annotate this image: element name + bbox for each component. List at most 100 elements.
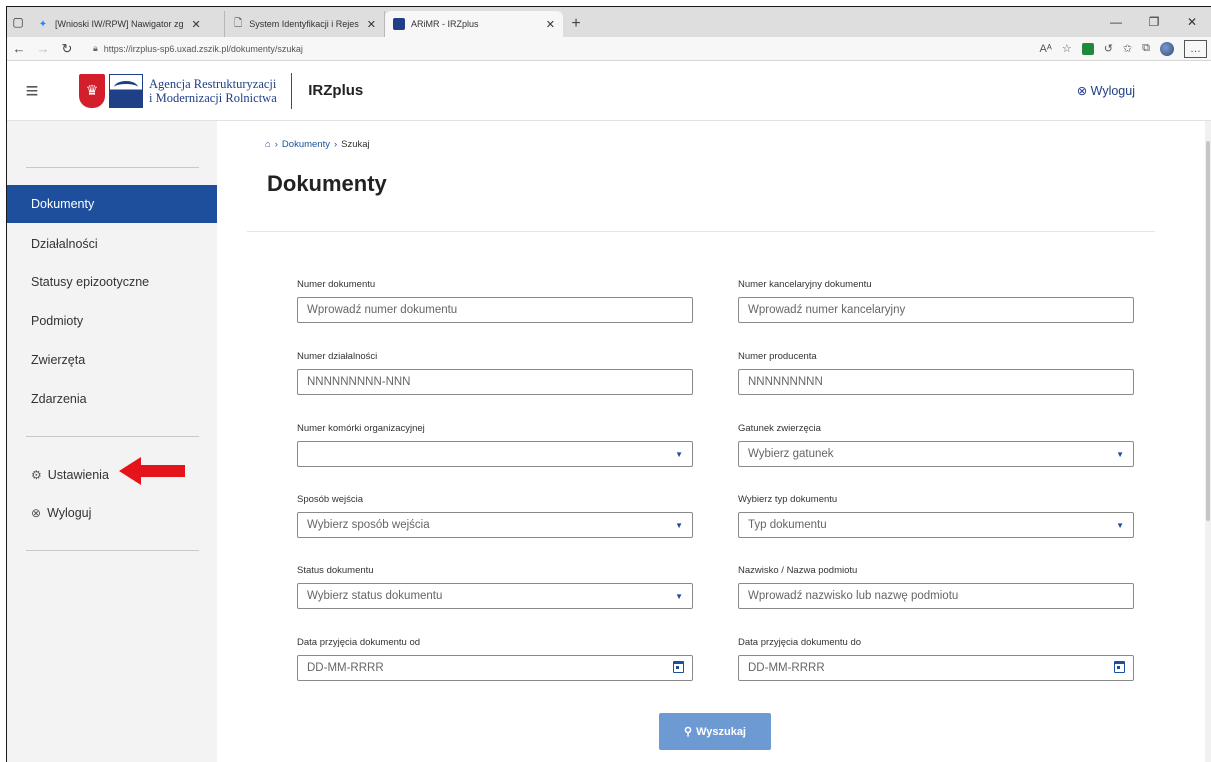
- sidebar-divider: [26, 167, 199, 168]
- date-to-field: Data przyjęcia dokumentu do DD-MM-RRRR: [738, 637, 1134, 681]
- tab-bar: ▢ ✦ [Wnioski IW/RPW] Nawigator zg ✕ 🗋 Sy…: [7, 7, 1211, 37]
- close-tab-icon[interactable]: ✕: [546, 18, 555, 31]
- user-circle-icon: ⊗: [1076, 84, 1091, 98]
- url-field[interactable]: 🔒︎ https://irzplus-sp6.uxad.zszik.pl/dok…: [93, 43, 973, 54]
- org-unit-select[interactable]: ▼: [297, 441, 693, 467]
- close-window-icon[interactable]: ✕: [1173, 7, 1211, 37]
- arimr-favicon: [393, 18, 405, 30]
- chancery-number-label: Numer kancelaryjny dokumentu: [738, 279, 872, 290]
- read-aloud-icon[interactable]: A͏ᴬ: [1040, 43, 1052, 55]
- browser-tab-jira[interactable]: ✦ [Wnioski IW/RPW] Nawigator zg ✕: [29, 11, 225, 37]
- refresh-extension-icon[interactable]: ↺: [1104, 42, 1113, 55]
- arimr-logo-icon: [109, 73, 143, 108]
- close-tab-icon[interactable]: ✕: [367, 18, 376, 31]
- browser-window: ▢ ✦ [Wnioski IW/RPW] Nawigator zg ✕ 🗋 Sy…: [6, 6, 1211, 762]
- favorites-icon[interactable]: ✩: [1123, 42, 1132, 55]
- doc-status-field: Status dokumentu Wybierz status dokument…: [297, 565, 693, 609]
- producer-number-field: Numer producenta NNNNNNNNN: [738, 351, 1134, 395]
- caret-down-icon: ▼: [675, 521, 683, 530]
- tab-actions-icon[interactable]: ▢: [7, 7, 29, 37]
- entry-method-field: Sposób wejścia Wybierz sposób wejścia ▼: [297, 494, 693, 538]
- entry-method-select[interactable]: Wybierz sposób wejścia ▼: [297, 512, 693, 538]
- back-icon[interactable]: ←: [7, 41, 31, 56]
- caret-down-icon: ▼: [675, 592, 683, 601]
- app-name: IRZplus: [308, 82, 364, 99]
- reload-icon[interactable]: ↻: [55, 41, 79, 57]
- sidebar-item-zdarzenia[interactable]: Zdarzenia: [7, 380, 217, 418]
- breadcrumb: ⌂ › Dokumenty › Szukaj: [265, 139, 370, 150]
- sidebar-item-ustawienia[interactable]: ⚙ Ustawienia: [7, 456, 217, 494]
- new-tab-icon[interactable]: +: [563, 11, 589, 37]
- doc-number-label: Numer dokumentu: [297, 279, 376, 290]
- chevron-right-icon: ›: [333, 139, 338, 150]
- calendar-icon[interactable]: [673, 661, 684, 673]
- sidebar: Dokumenty Działalności Statusy epizootyc…: [7, 121, 217, 762]
- user-circle-icon: ⊗: [31, 506, 42, 520]
- collections-icon[interactable]: ⧉: [1142, 42, 1150, 55]
- chevron-right-icon: ›: [274, 139, 278, 150]
- organization-name: Agencja Restrukturyzacji i Modernizacji …: [149, 76, 277, 105]
- search-icon: ⚲: [684, 726, 693, 738]
- doc-number-field: Numer dokumentu Wprowadź numer dokumentu: [297, 279, 693, 323]
- species-select[interactable]: Wybierz gatunek ▼: [738, 441, 1134, 467]
- gear-icon: ⚙: [31, 468, 42, 482]
- more-menu-icon[interactable]: …: [1184, 39, 1207, 58]
- date-from-label: Data przyjęcia dokumentu od: [297, 637, 421, 648]
- entity-name-field: Nazwisko / Nazwa podmiotu Wprowadź nazwi…: [738, 565, 1134, 609]
- section-divider: [247, 231, 1155, 232]
- date-from-input[interactable]: DD-MM-RRRR: [297, 655, 693, 681]
- chancery-number-field: Numer kancelaryjny dokumentu Wprowadź nu…: [738, 279, 1134, 323]
- sidebar-item-podmioty[interactable]: Podmioty: [7, 302, 217, 340]
- doc-number-input[interactable]: Wprowadź numer dokumentu: [297, 297, 693, 323]
- lock-icon: 🔒︎: [93, 43, 98, 53]
- calendar-icon[interactable]: [1114, 661, 1125, 673]
- browser-tab-irzplus[interactable]: ARiMR - IRZplus ✕: [385, 11, 563, 37]
- header-logout-link[interactable]: ⊗ Wyloguj: [1077, 83, 1135, 98]
- activity-number-input[interactable]: NNNNNNNNN-NNN: [297, 369, 693, 395]
- doc-status-select[interactable]: Wybierz status dokumentu ▼: [297, 583, 693, 609]
- sidebar-item-dzialalnosci[interactable]: Działalności: [7, 225, 217, 263]
- caret-down-icon: ▼: [1116, 521, 1124, 530]
- species-field: Gatunek zwierzęcia Wybierz gatunek ▼: [738, 423, 1134, 467]
- org-unit-label: Numer komórki organizacyjnej: [297, 423, 425, 434]
- doc-status-label: Status dokumentu: [297, 565, 374, 576]
- profile-avatar-icon[interactable]: [1160, 41, 1174, 56]
- breadcrumb-link-dokumenty[interactable]: Dokumenty: [282, 139, 330, 150]
- close-tab-icon[interactable]: ✕: [192, 18, 201, 31]
- restore-icon[interactable]: ❐: [1135, 7, 1173, 37]
- entity-name-input[interactable]: Wprowadź nazwisko lub nazwę podmiotu: [738, 583, 1134, 609]
- red-arrow-annotation-icon: [119, 457, 185, 485]
- main-content: ⌂ › Dokumenty › Szukaj Dokumenty Numer d…: [217, 121, 1211, 762]
- favorite-add-icon[interactable]: ☆: [1062, 42, 1072, 55]
- scrollbar-thumb[interactable]: [1206, 141, 1210, 521]
- org-unit-field: Numer komórki organizacyjnej ▼: [297, 423, 693, 467]
- chancery-number-input[interactable]: Wprowadź numer kancelaryjny: [738, 297, 1134, 323]
- date-to-label: Data przyjęcia dokumentu do: [738, 637, 862, 648]
- activity-number-label: Numer działalności: [297, 351, 378, 362]
- browser-tab-sir[interactable]: 🗋 System Identyfikacji i Rejestracji ✕: [225, 11, 385, 37]
- home-icon[interactable]: ⌂: [265, 139, 271, 150]
- jira-icon: ✦: [38, 18, 48, 30]
- sidebar-item-wyloguj[interactable]: ⊗ Wyloguj: [7, 494, 217, 532]
- producer-number-input[interactable]: NNNNNNNNN: [738, 369, 1134, 395]
- hamburger-menu-icon[interactable]: ≡: [7, 78, 57, 104]
- sidebar-item-zwierzeta[interactable]: Zwierzęta: [7, 341, 217, 379]
- sidebar-item-dokumenty[interactable]: Dokumenty: [7, 185, 217, 223]
- search-button[interactable]: ⚲ Wyszukaj: [659, 713, 771, 750]
- species-label: Gatunek zwierzęcia: [738, 423, 821, 434]
- caret-down-icon: ▼: [675, 450, 683, 459]
- page-scrollbar[interactable]: [1205, 121, 1211, 762]
- sidebar-item-statusy-epizootyczne[interactable]: Statusy epizootyczne: [7, 263, 217, 301]
- extension-icon[interactable]: [1081, 42, 1094, 55]
- activity-number-field: Numer działalności NNNNNNNNN-NNN: [297, 351, 693, 395]
- minimize-icon[interactable]: —: [1097, 7, 1135, 37]
- entity-name-label: Nazwisko / Nazwa podmiotu: [738, 565, 858, 576]
- doc-type-select[interactable]: Typ dokumentu ▼: [738, 512, 1134, 538]
- caret-down-icon: ▼: [1116, 450, 1124, 459]
- forward-icon[interactable]: →: [31, 41, 55, 56]
- date-to-input[interactable]: DD-MM-RRRR: [738, 655, 1134, 681]
- app-header: ≡ ♛ Agencja Restrukturyzacji i Moderniza…: [7, 61, 1211, 121]
- window-controls: — ❐ ✕: [1097, 7, 1211, 37]
- page-icon: 🗋: [234, 17, 243, 29]
- doc-type-field: Wybierz typ dokumentu Typ dokumentu ▼: [738, 494, 1134, 538]
